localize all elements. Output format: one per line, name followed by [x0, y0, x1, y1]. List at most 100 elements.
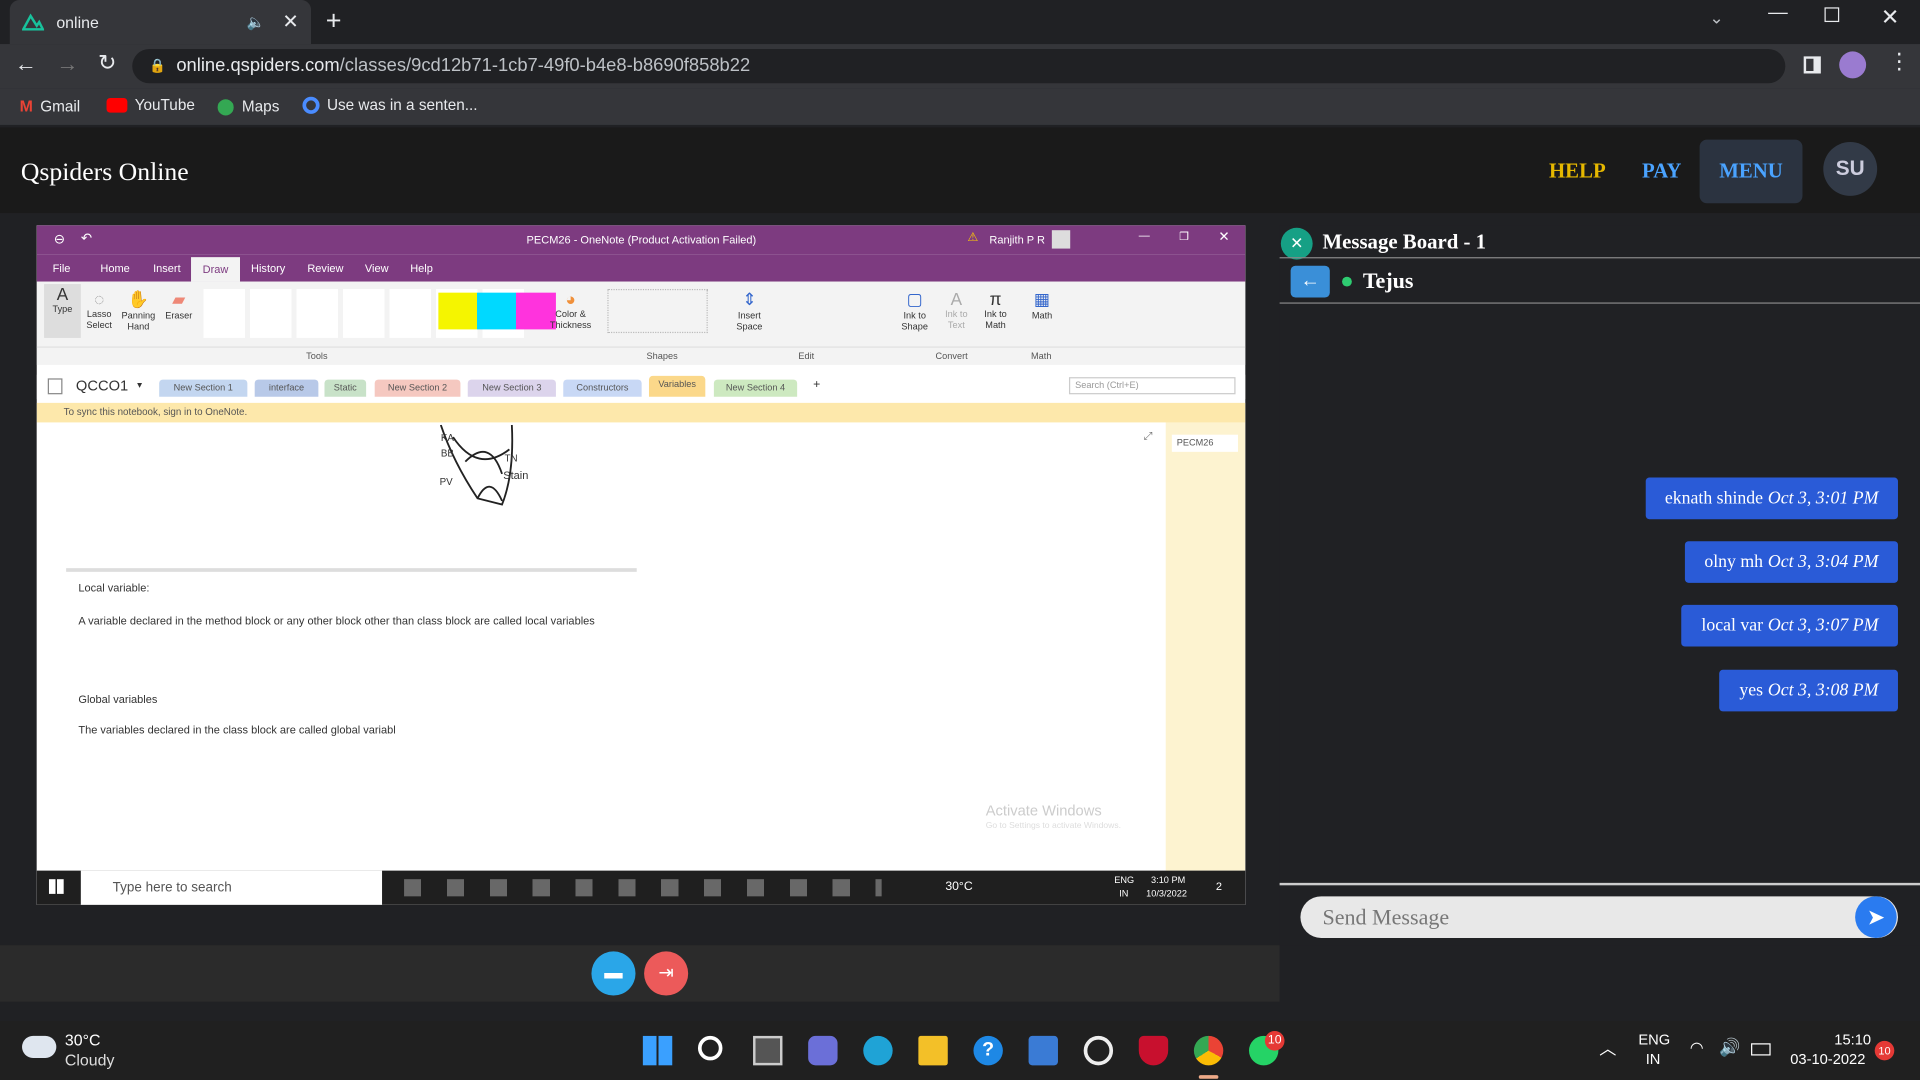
tab-strip: online 🔈 ✕ + ⌄ — ✕: [0, 0, 1920, 45]
sidepanel-icon[interactable]: [1803, 56, 1821, 74]
search-icon[interactable]: [697, 1035, 723, 1061]
help-button[interactable]: HELP: [1549, 159, 1606, 183]
forward-icon[interactable]: →: [56, 51, 78, 77]
message-bubble: eknath shinde Oct 3, 3:01 PM: [1645, 477, 1898, 520]
menu-tab: Insert: [153, 262, 181, 275]
bookmark-label: YouTube: [134, 96, 195, 114]
diagram-label: Stain: [503, 468, 529, 482]
message-bubble: olny mh Oct 3, 3:04 PM: [1684, 541, 1898, 583]
inner-notif: 2: [1215, 880, 1223, 893]
reload-icon[interactable]: ↻: [98, 50, 116, 76]
site-header: Qspiders Online HELP PAY MENU: [0, 127, 1920, 214]
user-avatar[interactable]: SU: [1823, 142, 1878, 196]
back-icon[interactable]: ←: [15, 51, 37, 77]
math-button: ▦ Math: [1031, 288, 1053, 321]
warning-icon: ⚠: [967, 231, 979, 245]
message-time: Oct 3, 3:04 PM: [1767, 552, 1879, 572]
leave-button[interactable]: ⇥: [644, 951, 689, 996]
lang-indicator[interactable]: ENG: [1638, 1031, 1670, 1048]
start-icon[interactable]: [642, 1035, 673, 1066]
tray-chevron-icon[interactable]: ︿: [1599, 1036, 1616, 1060]
restore-icon[interactable]: [1824, 7, 1840, 23]
region-indicator[interactable]: IN: [1646, 1051, 1661, 1068]
back-button[interactable]: ←: [1290, 265, 1330, 298]
weather-temp[interactable]: 30°C: [65, 1031, 101, 1049]
inner-taskbar: Type here to search 30°C ENG IN 3:10 PM …: [36, 870, 1246, 905]
chevron-down-icon: ▾: [137, 379, 143, 391]
group-label: Tools: [306, 350, 328, 362]
call-controls: ▬ ⇥: [0, 945, 1280, 1002]
ink-to-shape: ▢ Ink to Shape: [901, 288, 928, 332]
group-label: Math: [1031, 350, 1052, 362]
bookmarks-bar: M Gmail YouTube ⬤ Maps Use was in a sent…: [0, 88, 1920, 125]
close-tab-icon[interactable]: ✕: [282, 10, 298, 34]
mcafee-icon[interactable]: [1138, 1035, 1169, 1066]
tool-label: Color & Thickness: [549, 308, 592, 331]
tool-label: Math: [1031, 309, 1053, 321]
message-text: eknath shinde: [1664, 488, 1764, 509]
close-board-button[interactable]: ✕: [1280, 227, 1313, 260]
tab-search-icon[interactable]: ⌄: [1709, 7, 1723, 28]
app-icon[interactable]: [1083, 1035, 1114, 1066]
volume-icon[interactable]: 🔊: [1719, 1037, 1740, 1058]
onenote-titlebar: ⊖ ↶ PECM26 - OneNote (Product Activation…: [36, 225, 1246, 255]
diagram-label: BB: [440, 448, 454, 460]
onenote-ribbon: A Type ◌ Lasso Select ✋ Panning Hand ▰ Erase…: [36, 281, 1246, 348]
send-button[interactable]: ➤: [1855, 896, 1897, 938]
weather-condition[interactable]: Cloudy: [65, 1051, 115, 1069]
task-view-icon[interactable]: [753, 1035, 783, 1066]
message-time: Oct 3, 3:08 PM: [1767, 680, 1879, 701]
onenote-menu-tabs: File Home Insert Draw History Review Vie…: [36, 254, 1246, 282]
battery-icon[interactable]: [1751, 1043, 1771, 1056]
page: online 🔈 ✕ + ⌄ — ✕ ← → ↻ ⚷ ⇪ ☆ ⋮ 🔒 onlin…: [0, 0, 1920, 1080]
bookmark-youtube[interactable]: YouTube: [106, 96, 195, 114]
bookmark-maps[interactable]: ⬤ Maps: [217, 97, 280, 117]
cloud-icon[interactable]: [22, 1035, 57, 1058]
tool-label: Lasso Select: [86, 308, 112, 331]
address-bar[interactable]: 🔒 online.qspiders.com/classes/9cd12b71-1…: [132, 48, 1786, 84]
message-input[interactable]: Send Message: [1300, 896, 1898, 938]
chat-button[interactable]: ▬: [591, 951, 636, 996]
bookmark-gmail[interactable]: M Gmail: [20, 97, 81, 115]
more-icon[interactable]: ⋮: [1888, 49, 1910, 75]
site-logo[interactable]: Qspiders Online: [21, 157, 189, 188]
inner-region: IN: [1119, 887, 1129, 899]
wifi-icon[interactable]: ◠: [1690, 1038, 1704, 1058]
chrome-icon[interactable]: [1193, 1035, 1224, 1066]
section-tab: New Section 1: [159, 379, 248, 397]
clock-date[interactable]: 03-10-2022: [1790, 1051, 1865, 1068]
store-icon[interactable]: [1028, 1035, 1058, 1066]
watermark-sub: Go to Settings to activate Windows.: [985, 821, 1122, 831]
audio-icon[interactable]: 🔈: [247, 13, 265, 30]
section-tab: Static: [324, 379, 367, 397]
ink-to-math: π Ink to Math: [984, 288, 1007, 331]
pay-button[interactable]: PAY: [1642, 159, 1681, 183]
url-domain: online.qspiders.com: [176, 55, 340, 76]
group-label: Shapes: [646, 350, 678, 362]
notification-badge[interactable]: 10: [1874, 1040, 1895, 1061]
note-container-bar: [66, 568, 637, 572]
minimize-icon[interactable]: —: [1768, 2, 1788, 24]
section-tab: New Section 3: [467, 379, 556, 397]
clock-time[interactable]: 15:10: [1834, 1031, 1871, 1048]
new-tab-button[interactable]: +: [326, 5, 342, 37]
profile-avatar[interactable]: [1839, 51, 1867, 79]
menu-button[interactable]: MENU: [1699, 139, 1803, 204]
youtube-icon: [106, 97, 128, 113]
tool-label: Panning Hand: [121, 309, 156, 332]
browser-tab[interactable]: online 🔈 ✕: [9, 0, 312, 45]
help-icon[interactable]: ?: [973, 1035, 1003, 1066]
bookmark-sentence[interactable]: Use was in a senten...: [302, 96, 478, 114]
onenote-page: KA BB PV TN Stain Local variable: A vari…: [36, 422, 1166, 871]
edge-icon[interactable]: [863, 1035, 893, 1066]
menu-tab: File: [52, 262, 71, 275]
file-explorer-icon[interactable]: [918, 1035, 948, 1066]
close-window-icon[interactable]: ✕: [1881, 5, 1899, 31]
diagram-label: KA: [440, 432, 454, 444]
inner-lang: ENG: [1114, 874, 1135, 886]
type-tool: A Type: [44, 284, 81, 338]
bookmark-label: Maps: [241, 97, 280, 116]
close-icon: ✕: [1218, 230, 1230, 245]
whatsapp-badge: 10: [1264, 1031, 1285, 1051]
teams-chat-icon[interactable]: [808, 1035, 838, 1066]
